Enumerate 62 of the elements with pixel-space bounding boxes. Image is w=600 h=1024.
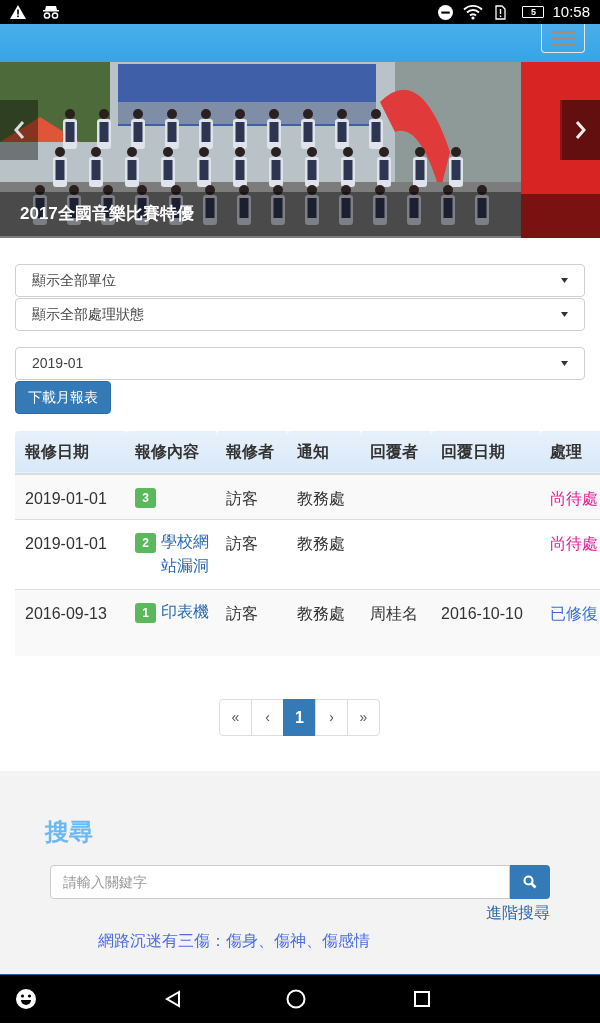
smiley-icon[interactable]	[16, 989, 36, 1009]
search-heading: 搜尋	[45, 817, 94, 847]
home-icon[interactable]	[286, 989, 306, 1009]
battery-icon: 5	[522, 6, 545, 18]
reporter-cell: 訪客	[226, 490, 258, 507]
status-link[interactable]: 尚待處	[550, 490, 598, 507]
search-icon	[523, 875, 537, 889]
carousel-prev-button[interactable]	[0, 100, 38, 160]
chevron-left-icon	[13, 120, 25, 140]
column-header: 處理	[550, 443, 582, 460]
notify-cell: 教務處	[297, 534, 345, 552]
search-field[interactable]: 請輸入關鍵字	[50, 865, 510, 899]
column-header: 通知	[297, 443, 329, 460]
recent-apps-icon[interactable]	[414, 991, 430, 1007]
date-cell: 2016-09-13	[25, 604, 107, 622]
column-header: 報修者	[226, 443, 274, 460]
page-link[interactable]: ›	[315, 699, 348, 736]
carousel-next-button[interactable]	[562, 100, 600, 160]
status-link[interactable]: 尚待處	[550, 534, 598, 552]
download-button[interactable]: 下載月報表	[15, 381, 111, 414]
page-link[interactable]: »	[347, 699, 380, 736]
replier-cell: 周桂名	[370, 604, 418, 622]
menu-icon	[551, 30, 575, 46]
search-button[interactable]	[510, 865, 550, 899]
warning-icon	[10, 5, 26, 19]
select-field[interactable]: 2019-01	[15, 347, 585, 380]
count-badge: 1	[135, 602, 156, 623]
advanced-search-link[interactable]: 進階搜尋	[486, 899, 550, 927]
sim-alert-icon	[495, 4, 507, 20]
reply-date-cell: 2016-10-10	[441, 604, 523, 622]
issue-link[interactable]: 學校網站漏洞	[161, 529, 216, 578]
marquee-text: 網路沉迷有三傷：傷身、傷神、傷感情	[98, 932, 370, 949]
reporter-cell: 訪客	[226, 604, 258, 622]
chevron-right-icon	[575, 120, 587, 140]
dropdown-arrow-icon	[561, 278, 568, 283]
issue-link[interactable]: 印表機	[161, 599, 209, 624]
column-header: 報修日期	[25, 443, 89, 460]
status-link[interactable]: 已修復	[550, 604, 598, 622]
select-field[interactable]: 顯示全部單位	[15, 264, 585, 297]
clock-time: 10:58	[552, 1, 590, 22]
incognito-icon	[42, 5, 60, 19]
dropdown-arrow-icon	[561, 312, 568, 317]
back-icon[interactable]	[164, 990, 182, 1008]
date-cell: 2019-01-01	[25, 534, 107, 552]
column-header: 報修內容	[135, 443, 199, 460]
reporter-cell: 訪客	[226, 534, 258, 552]
page-link[interactable]: ‹	[251, 699, 284, 736]
menu-button[interactable]	[541, 24, 585, 53]
column-header: 回覆日期	[441, 443, 505, 460]
do-not-disturb-icon	[438, 4, 454, 20]
notify-cell: 教務處	[297, 490, 345, 507]
page-link[interactable]: «	[219, 699, 252, 736]
count-badge: 2	[135, 532, 156, 553]
column-header: 回覆者	[370, 443, 418, 460]
carousel-caption: 2017全國音樂比賽特優	[20, 202, 194, 225]
select-field[interactable]: 顯示全部處理狀態	[15, 298, 585, 331]
count-badge: 3	[135, 488, 156, 508]
wifi-icon	[463, 4, 484, 20]
date-cell: 2019-01-01	[25, 490, 107, 507]
page-link[interactable]: 1	[283, 699, 316, 736]
dropdown-arrow-icon	[561, 361, 568, 366]
notify-cell: 教務處	[297, 604, 345, 622]
